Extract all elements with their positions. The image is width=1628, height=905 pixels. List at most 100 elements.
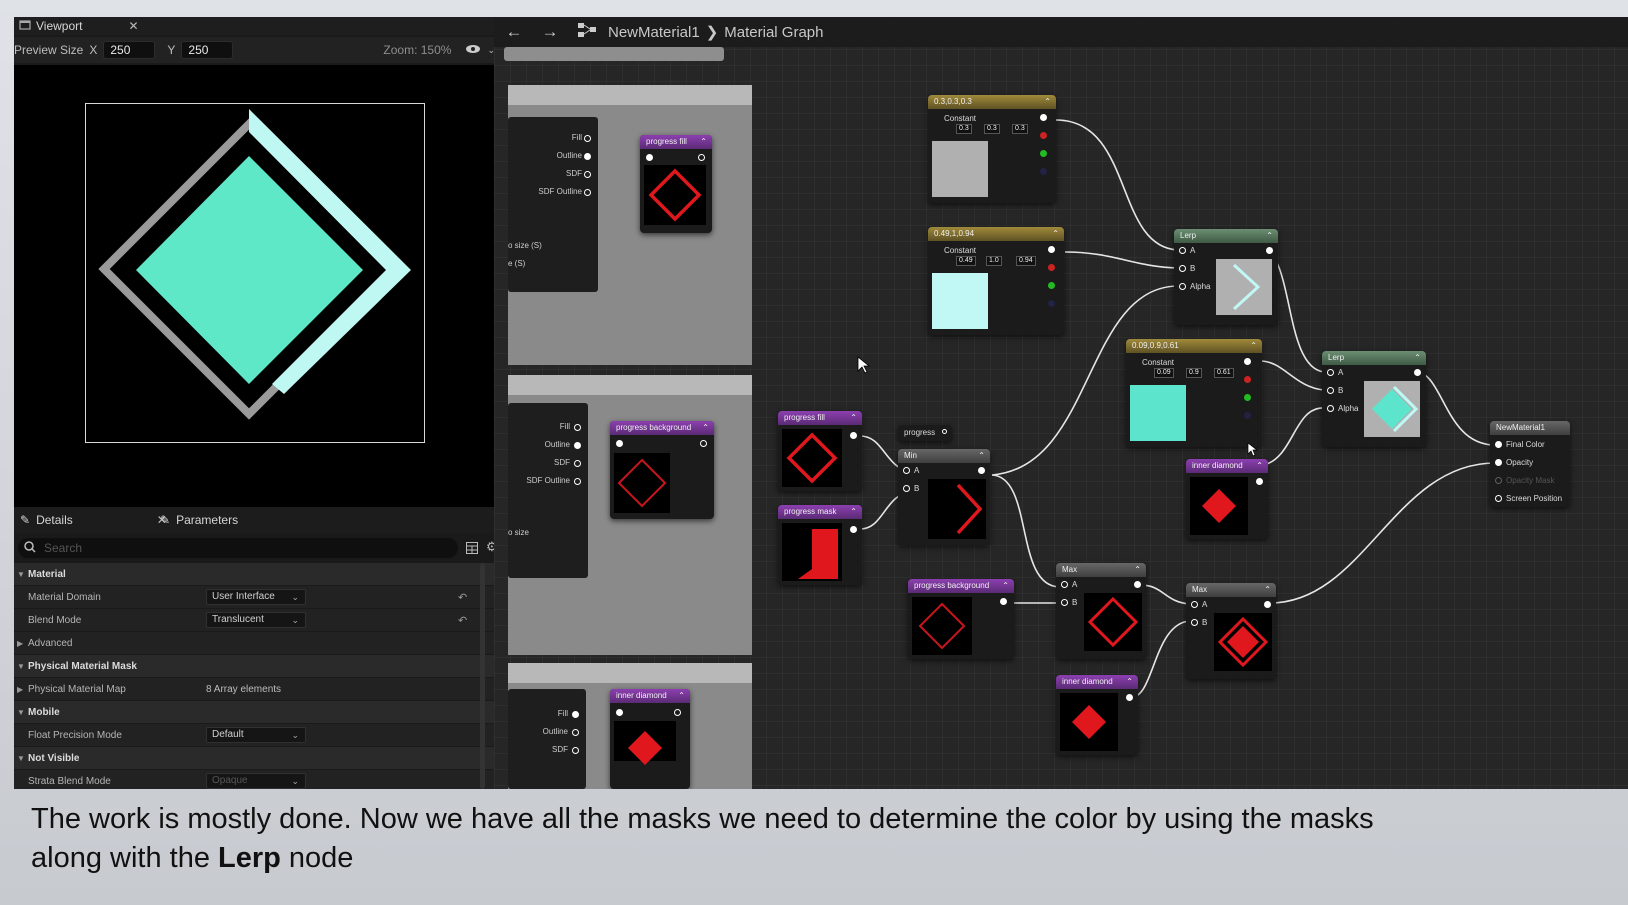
pin-output[interactable] bbox=[674, 709, 681, 716]
node-material-result[interactable]: NewMaterial1 Final Color Opacity Opacity… bbox=[1490, 421, 1570, 507]
section-physical-material-mask[interactable]: ▼ Physical Material Mask bbox=[14, 655, 494, 678]
pin-outline[interactable] bbox=[574, 442, 581, 449]
pin-b[interactable] bbox=[1327, 387, 1334, 394]
section-material[interactable]: ▼ Material bbox=[14, 563, 494, 586]
section-not-visible[interactable]: ▼ Not Visible bbox=[14, 747, 494, 770]
function-node-c[interactable]: Fill Outline SDF bbox=[508, 689, 586, 789]
close-icon[interactable]: ✕ bbox=[128, 19, 138, 33]
pin-output[interactable] bbox=[1244, 358, 1251, 365]
pin-output[interactable] bbox=[942, 429, 947, 434]
pin-g[interactable] bbox=[1244, 394, 1251, 401]
material-preview[interactable] bbox=[14, 65, 508, 507]
function-node-b[interactable]: Fill Outline SDF SDF Outline o size bbox=[508, 403, 588, 578]
row-physical-material-map[interactable]: ▶ Physical Material Map 8 Array elements bbox=[14, 678, 494, 701]
const-b-field[interactable]: 0.94 bbox=[1016, 256, 1036, 266]
eye-icon[interactable] bbox=[465, 43, 481, 57]
pin-output[interactable] bbox=[1264, 601, 1271, 608]
search-input[interactable]: Search bbox=[18, 538, 458, 558]
blend-mode-dropdown[interactable]: Translucent ⌄ bbox=[206, 612, 306, 628]
material-graph[interactable]: ← → NewMaterial1 ❯ Material Graph Fill O… bbox=[494, 17, 1628, 789]
preview-x-input[interactable]: 250 bbox=[103, 41, 156, 59]
const-g-field[interactable]: 1.0 bbox=[986, 256, 1002, 266]
pin-sdf[interactable] bbox=[572, 747, 579, 754]
const-r-field[interactable]: 0.49 bbox=[956, 256, 976, 266]
pin-sdf-outline[interactable] bbox=[574, 478, 581, 485]
node-progress-background-mid[interactable]: progress background ⌃ bbox=[610, 421, 714, 519]
row-advanced[interactable]: ▶ Advanced bbox=[14, 632, 494, 655]
pin-b[interactable] bbox=[1179, 265, 1186, 272]
preview-y-input[interactable]: 250 bbox=[181, 41, 234, 59]
node-lerp-1[interactable]: Lerp ⌃ A B Alpha bbox=[1174, 229, 1278, 325]
pin-sdf[interactable] bbox=[574, 460, 581, 467]
pin-b[interactable] bbox=[1048, 300, 1055, 307]
pin-output[interactable] bbox=[1000, 598, 1007, 605]
pin-g[interactable] bbox=[1040, 150, 1047, 157]
pin-g[interactable] bbox=[1048, 282, 1055, 289]
pin-input[interactable] bbox=[616, 440, 623, 447]
float-precision-dropdown[interactable]: Default ⌄ bbox=[206, 727, 306, 743]
pin-fill[interactable] bbox=[574, 424, 581, 431]
pin-fill[interactable] bbox=[584, 135, 591, 142]
pin-output[interactable] bbox=[1048, 246, 1055, 253]
node-progress-mask[interactable]: progress mask ⌃ bbox=[778, 505, 862, 585]
pin-input[interactable] bbox=[646, 154, 653, 161]
pin-opacity[interactable] bbox=[1495, 459, 1502, 466]
pin-a[interactable] bbox=[903, 467, 910, 474]
pin-a[interactable] bbox=[1327, 369, 1334, 376]
reset-icon[interactable]: ↶ bbox=[458, 591, 467, 604]
node-constant-cyan[interactable]: 0.49,1,0.94 ⌃ Constant 0.49 1.0 0.94 bbox=[928, 227, 1064, 335]
node-progress-fill-top[interactable]: progress fill ⌃ bbox=[640, 135, 712, 233]
const-g-field[interactable]: 0.9 bbox=[1186, 368, 1202, 378]
const-b-field[interactable]: 0.3 bbox=[1012, 124, 1028, 134]
node-inner-diamond-b[interactable]: inner diamond ⌃ bbox=[1186, 459, 1268, 539]
function-node-a[interactable]: Fill Outline SDF SDF Outline o size (S) … bbox=[508, 117, 598, 292]
pin-output[interactable] bbox=[698, 154, 705, 161]
pin-b[interactable] bbox=[1191, 619, 1198, 626]
pin-fill[interactable] bbox=[572, 711, 579, 718]
node-min[interactable]: Min ⌃ A B bbox=[898, 449, 990, 545]
pin-outline[interactable] bbox=[572, 729, 579, 736]
pin-alpha[interactable] bbox=[1327, 405, 1334, 412]
pin-a[interactable] bbox=[1061, 581, 1068, 588]
pin-r[interactable] bbox=[1244, 376, 1251, 383]
pin-b[interactable] bbox=[903, 485, 910, 492]
pin-output[interactable] bbox=[978, 467, 985, 474]
node-lerp-2[interactable]: Lerp ⌃ A B Alpha bbox=[1322, 351, 1426, 447]
pin-sdf-outline[interactable] bbox=[584, 189, 591, 196]
pin-a[interactable] bbox=[1191, 601, 1198, 608]
pin-b[interactable] bbox=[1040, 168, 1047, 175]
node-progress-background[interactable]: progress background ⌃ bbox=[908, 579, 1014, 659]
pin-outline[interactable] bbox=[584, 153, 591, 160]
pin-b[interactable] bbox=[1061, 599, 1068, 606]
node-max-2[interactable]: Max ⌃ A B bbox=[1186, 583, 1276, 679]
node-inner-diamond-bottom[interactable]: inner diamond ⌃ bbox=[610, 689, 690, 789]
node-progress-parameter[interactable]: progress bbox=[898, 425, 952, 441]
pin-b[interactable] bbox=[1244, 412, 1251, 419]
pin-output[interactable] bbox=[1266, 247, 1273, 254]
pin-output[interactable] bbox=[1040, 114, 1047, 121]
pin-sdf[interactable] bbox=[584, 171, 591, 178]
pin-screen-position[interactable] bbox=[1495, 495, 1502, 502]
pin-r[interactable] bbox=[1048, 264, 1055, 271]
pin-a[interactable] bbox=[1179, 247, 1186, 254]
reset-icon[interactable]: ↶ bbox=[458, 614, 467, 627]
pin-output[interactable] bbox=[700, 440, 707, 447]
pin-r[interactable] bbox=[1040, 132, 1047, 139]
pin-input[interactable] bbox=[616, 709, 623, 716]
node-constant-green[interactable]: 0.09,0.9,0.61 ⌃ Constant 0.09 0.9 0.61 bbox=[1126, 339, 1262, 447]
const-g-field[interactable]: 0.3 bbox=[984, 124, 1000, 134]
node-progress-fill[interactable]: progress fill ⌃ bbox=[778, 411, 862, 491]
node-constant-gray[interactable]: 0.3,0.3,0.3 ⌃ Constant 0.3 0.3 0.3 bbox=[928, 95, 1056, 203]
tab-details[interactable]: ✎ Details ✕ bbox=[14, 507, 173, 533]
pin-output[interactable] bbox=[1256, 478, 1263, 485]
pin-output[interactable] bbox=[850, 526, 857, 533]
pin-output[interactable] bbox=[850, 432, 857, 439]
pin-output[interactable] bbox=[1414, 369, 1421, 376]
tab-viewport[interactable]: Viewport ✕ bbox=[14, 17, 145, 35]
pin-output[interactable] bbox=[1126, 694, 1133, 701]
material-domain-dropdown[interactable]: User Interface ⌄ bbox=[206, 589, 306, 605]
const-b-field[interactable]: 0.61 bbox=[1214, 368, 1234, 378]
pin-final-color[interactable] bbox=[1495, 441, 1502, 448]
tab-parameters[interactable]: ✎ Parameters bbox=[154, 507, 244, 533]
details-scrollbar[interactable] bbox=[480, 563, 485, 789]
